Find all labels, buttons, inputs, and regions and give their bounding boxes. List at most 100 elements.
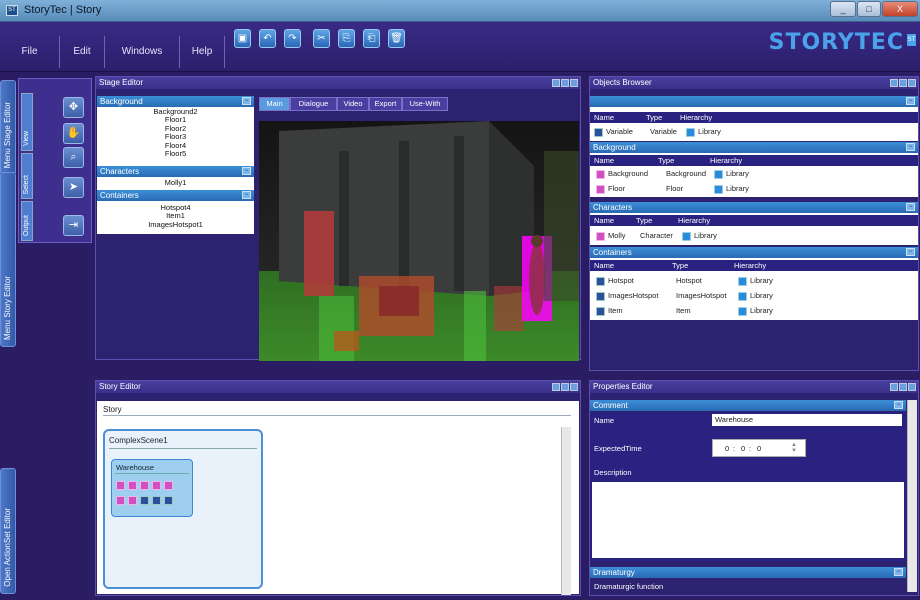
collapse-icon[interactable]: − <box>894 401 903 409</box>
tab-menu-story-editor[interactable]: Menu Story Editor <box>0 172 16 347</box>
panel-controls[interactable] <box>889 383 916 395</box>
floor-icon[interactable] <box>164 481 173 491</box>
hotspot-door[interactable] <box>304 211 334 296</box>
tab-view[interactable]: View <box>21 93 33 151</box>
scene-complexscene1[interactable]: ComplexScene1 Warehouse <box>103 429 263 589</box>
hand-tool-icon[interactable]: ✋ <box>63 123 84 144</box>
panel-controls[interactable] <box>551 383 578 395</box>
properties-scrollbar[interactable] <box>907 400 917 592</box>
name-field[interactable]: Warehouse <box>712 414 902 426</box>
floor-icon[interactable] <box>152 481 161 491</box>
character-icon[interactable] <box>128 496 137 506</box>
floor-icon[interactable] <box>140 481 149 491</box>
table-row[interactable]: Item Item Library <box>590 304 918 318</box>
table-row[interactable]: Variable Variable Library <box>590 125 918 139</box>
collapse-icon[interactable]: − <box>242 191 251 199</box>
menu-help[interactable]: Help <box>180 36 225 68</box>
subscene-warehouse[interactable]: Warehouse <box>111 459 193 517</box>
row-hierarchy: Library <box>750 306 773 315</box>
cut-icon[interactable]: ✂ <box>313 29 330 48</box>
table-row[interactable]: Molly Character Library <box>590 229 918 243</box>
list-item[interactable]: ImagesHotspot1 <box>97 220 254 229</box>
minutes-value[interactable]: 0 <box>741 440 745 458</box>
wall-pillar <box>339 151 349 286</box>
stage-editor-title: Stage Editor <box>99 78 144 87</box>
item-hotspot[interactable] <box>494 286 524 331</box>
menu-edit[interactable]: Edit <box>60 36 105 68</box>
row-hierarchy: Library <box>750 291 773 300</box>
row-hierarchy: Library <box>750 276 773 285</box>
hours-value[interactable]: 0 <box>725 440 729 458</box>
tab-export[interactable]: Export <box>369 97 402 111</box>
undo-icon[interactable]: ↶ <box>259 29 276 48</box>
copy-icon[interactable]: ⎘ <box>338 29 355 48</box>
save-icon[interactable]: ▣ <box>234 29 251 48</box>
paste-icon[interactable]: ⎗ <box>363 29 380 48</box>
row-type: Hotspot <box>676 276 702 285</box>
redo-icon[interactable]: ↷ <box>284 29 301 48</box>
tab-video[interactable]: Video <box>337 97 369 111</box>
stage-editor-panel: Stage Editor Background − Background2 Flo… <box>95 76 581 361</box>
maximize-button[interactable]: □ <box>857 1 881 17</box>
move-tool-icon[interactable]: ✥ <box>63 97 84 118</box>
tab-select[interactable]: Select <box>21 153 33 199</box>
minimize-button[interactable]: _ <box>830 1 856 17</box>
collapse-icon[interactable]: − <box>242 97 251 105</box>
tab-menu-stage-editor[interactable]: Menu Stage Editor <box>0 80 16 175</box>
panel-controls[interactable] <box>551 79 578 91</box>
story-canvas[interactable]: Story ComplexScene1 Warehouse <box>97 401 579 595</box>
collapse-icon[interactable]: − <box>906 97 915 105</box>
tab-open-actionset-editor[interactable]: Open ActionSet Editor <box>0 468 16 594</box>
group-comment[interactable]: Comment − <box>590 400 906 411</box>
hotspot-icon[interactable] <box>140 496 149 506</box>
description-field[interactable] <box>592 482 904 558</box>
expected-time-field[interactable]: 0 : 0 : 0 ▲ ▼ <box>712 439 806 457</box>
output-tool-icon[interactable]: ⇥ <box>63 215 84 236</box>
table-row[interactable]: Floor Floor Library <box>590 182 918 196</box>
table-row[interactable]: ImagesHotspot ImagesHotspot Library <box>590 289 918 303</box>
group-variables[interactable]: − <box>590 96 918 107</box>
zoom-tool-icon[interactable]: ⌕ <box>63 147 84 168</box>
collapse-icon[interactable]: − <box>906 143 915 151</box>
collapse-icon[interactable]: − <box>906 248 915 256</box>
tab-dialogue[interactable]: Dialogue <box>290 97 337 111</box>
close-button[interactable]: X <box>882 1 918 17</box>
group-containers[interactable]: Containers − <box>97 190 254 201</box>
tab-output[interactable]: Output <box>21 201 33 241</box>
group-containers[interactable]: Containers − <box>590 247 918 258</box>
delete-icon[interactable]: 🗑 <box>388 29 405 48</box>
group-dramaturgy[interactable]: Dramaturgy − <box>590 567 906 578</box>
collapse-icon[interactable]: − <box>894 568 903 576</box>
containers-table: Name Type Hierarchy Hotspot Hotspot Libr… <box>590 258 918 320</box>
group-background[interactable]: Background − <box>590 142 918 153</box>
collapse-icon[interactable]: − <box>906 203 915 211</box>
table-row[interactable]: Hotspot Hotspot Library <box>590 274 918 288</box>
pointer-tool-icon[interactable]: ➤ <box>63 177 84 198</box>
stage-viewport[interactable] <box>259 121 579 361</box>
seconds-value[interactable]: 0 <box>757 440 761 458</box>
crate <box>379 286 419 316</box>
table-row[interactable]: Background Background Library <box>590 167 918 181</box>
character-icon[interactable] <box>116 496 125 506</box>
menu-windows[interactable]: Windows <box>105 36 180 68</box>
spinner-icon[interactable]: ▲ ▼ <box>791 442 797 454</box>
list-item[interactable]: Floor5 <box>97 149 254 158</box>
images-hotspot[interactable] <box>334 331 359 351</box>
group-background[interactable]: Background − <box>97 96 254 107</box>
group-characters[interactable]: Characters − <box>590 202 918 213</box>
background-icon[interactable] <box>116 481 125 491</box>
item-icon[interactable] <box>152 496 161 506</box>
floor-icon[interactable] <box>128 481 137 491</box>
character-molly[interactable] <box>529 243 545 315</box>
objects-browser-header: Objects Browser <box>590 77 918 89</box>
panel-controls[interactable] <box>889 79 916 91</box>
menu-file[interactable]: File <box>0 36 60 68</box>
collapse-icon[interactable]: − <box>242 167 251 175</box>
group-characters[interactable]: Characters − <box>97 166 254 177</box>
images-hotspot-icon[interactable] <box>164 496 173 506</box>
table-header: Name Type Hierarchy <box>590 260 918 271</box>
story-scrollbar[interactable] <box>561 427 571 595</box>
tab-main[interactable]: Main <box>259 97 290 111</box>
tab-use-with[interactable]: Use-With <box>402 97 448 111</box>
list-item[interactable]: Molly1 <box>97 178 254 187</box>
